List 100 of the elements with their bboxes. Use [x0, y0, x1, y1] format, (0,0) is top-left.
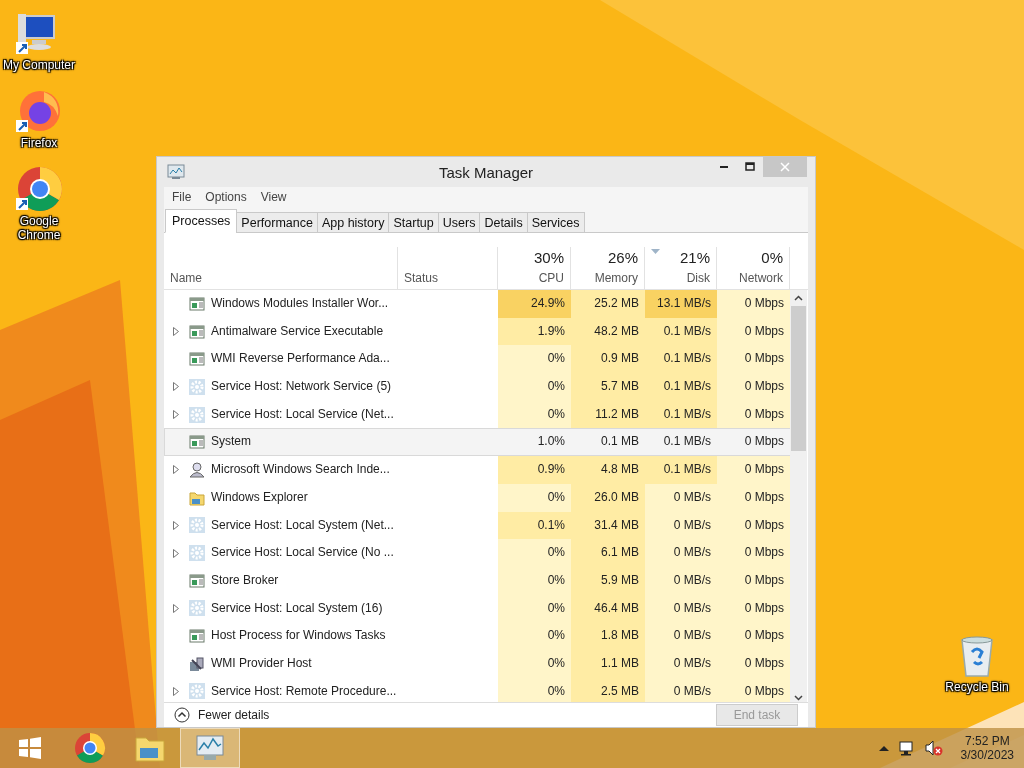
table-cell: 0 MB/s [673, 545, 711, 560]
process-name: Service Host: Local Service (No ... [211, 544, 394, 562]
process-name: Host Process for Windows Tasks [211, 627, 386, 645]
table-cell: 0% [547, 406, 565, 421]
column-header[interactable]: 26% Memory [571, 247, 645, 289]
process-row[interactable]: Service Host: Network Service (5) 0% 5.7 MB 0.1 MB/s 0 Mbps [164, 373, 790, 401]
process-row[interactable]: Windows Explorer 0% 26.0 MB 0 MB/s 0 Mbps [164, 483, 790, 512]
tab[interactable]: Services [526, 212, 585, 233]
process-row[interactable]: Service Host: Local System (Net... 0.1% 31.4 MB 0 MB/s 0 Mbps [164, 511, 790, 540]
tab[interactable]: Processes [165, 209, 238, 233]
table-cell: 6.1 MB [601, 545, 639, 560]
table-cell: 0.1 MB/s [663, 351, 711, 366]
table-cell: 0 Mbps [744, 379, 784, 394]
table-cell: 0 Mbps [744, 406, 784, 421]
table-cell: 5.9 MB [601, 572, 639, 587]
process-row[interactable]: System 1.0% 0.1 MB 0.1 MB/s 0 Mbps [164, 428, 790, 457]
table-cell: 0 Mbps [744, 296, 784, 310]
table-cell: 0 Mbps [744, 489, 784, 504]
fewer-details-link[interactable]: Fewer details [174, 707, 270, 723]
column-header[interactable]: 21% Disk [645, 247, 717, 289]
process-name: Service Host: Network Service (5) [211, 378, 392, 396]
table-cell: 0 Mbps [744, 655, 784, 670]
process-name: Service Host: Local System (16) [211, 599, 383, 617]
table-cell: 0% [547, 572, 565, 587]
column-percent: 0% [761, 249, 783, 266]
table-cell: 0% [547, 628, 565, 643]
column-label: Memory [594, 271, 638, 285]
table-cell: 0 Mbps [744, 683, 784, 698]
table-cell: 1.0% [537, 434, 565, 449]
process-row[interactable]: WMI Reverse Performance Ada... 0% 0.9 MB 0.1 MB/s 0 Mbps [164, 345, 790, 374]
column-header[interactable]: 0% Network [717, 247, 790, 289]
table-cell: 0.9 MB [601, 351, 639, 366]
process-name: Antimalware Service Executable [211, 322, 384, 340]
process-name: Windows Explorer [211, 488, 308, 506]
window-title: Task Manager [438, 164, 534, 181]
column-percent: 30% [533, 249, 564, 266]
process-row[interactable]: WMI Provider Host 0% 1.1 MB 0 MB/s 0 Mbps [164, 649, 790, 678]
tab[interactable]: App history [316, 212, 390, 233]
table-cell: 0 MB/s [673, 683, 711, 698]
process-row[interactable]: Antimalware Service Executable 1.9% 48.2 MB 0.1 MB/s 0 Mbps [164, 317, 790, 346]
process-name: Service Host: Local Service (Net... [211, 405, 394, 423]
process-row[interactable]: Service Host: Local Service (Net... 0% 11.2 MB 0.1 MB/s 0 Mbps [164, 400, 790, 429]
tab[interactable]: Details [479, 212, 528, 233]
table-cell: 0% [547, 379, 565, 394]
tab[interactable]: Startup [388, 212, 439, 233]
process-name: Windows Modules Installer Wor... [211, 295, 389, 312]
table-cell: 13.1 MB/s [656, 296, 711, 310]
process-row[interactable]: Microsoft Windows Search Inde... 0.9% 4.8 MB 0.1 MB/s 0 Mbps [164, 456, 790, 484]
tab[interactable]: Performance [236, 212, 318, 233]
table-cell: 0% [547, 545, 565, 560]
table-cell: 0 MB/s [673, 517, 711, 532]
table-cell: 0.1 MB/s [663, 434, 711, 449]
table-cell: 0 MB/s [673, 600, 711, 615]
table-cell: 0.9% [537, 462, 565, 477]
process-name: Store Broker [211, 571, 279, 589]
table-cell: 0% [547, 683, 565, 698]
process-row[interactable]: Windows Modules Installer Wor... 24.9% 25.2 MB 13.1 MB/s 0 Mbps [164, 290, 790, 318]
table-cell: 0 Mbps [744, 600, 784, 615]
table-cell: 1.8 MB [601, 628, 639, 643]
table-cell: 5.7 MB [601, 379, 639, 394]
table-cell: 0.1 MB/s [663, 462, 711, 477]
menu-item[interactable]: View [260, 190, 287, 204]
process-name: System [211, 433, 251, 451]
table-cell: 48.2 MB [594, 323, 639, 338]
table-cell: 0 Mbps [744, 628, 784, 643]
column-label: CPU [538, 271, 564, 285]
table-cell: 0 MB/s [673, 489, 711, 504]
clock-time[interactable]: 7:52 PM [964, 734, 1010, 748]
column-header[interactable]: Name [170, 271, 391, 285]
table-cell: 0.1% [537, 517, 565, 532]
table-cell: 0 Mbps [744, 351, 784, 366]
table-cell: 0% [547, 489, 565, 504]
process-row[interactable]: Host Process for Windows Tasks 0% 1.8 MB 0 MB/s 0 Mbps [164, 622, 790, 650]
tab[interactable]: Users [437, 212, 481, 233]
table-cell: 0 MB/s [673, 572, 711, 587]
process-row[interactable]: Service Host: Local Service (No ... 0% 6.1 MB 0 MB/s 0 Mbps [164, 539, 790, 567]
process-name: WMI Reverse Performance Ada... [211, 350, 390, 368]
table-cell: 0.1 MB [601, 434, 639, 449]
process-name: Service Host: Remote Procedure... [211, 682, 397, 700]
table-cell: 1.1 MB [601, 655, 639, 670]
process-row[interactable]: Service Host: Local System (16) 0% 46.4 MB 0 MB/s 0 Mbps [164, 594, 790, 623]
table-cell: 0 Mbps [744, 545, 784, 560]
process-name: WMI Provider Host [211, 654, 312, 672]
column-percent: 26% [607, 249, 638, 266]
table-cell: 0 Mbps [744, 572, 784, 587]
table-cell: 0.1 MB/s [663, 406, 711, 421]
column-label: Disk [686, 271, 710, 285]
process-name: Microsoft Windows Search Inde... [211, 461, 390, 479]
process-row[interactable]: Store Broker 0% 5.9 MB 0 MB/s 0 Mbps [164, 566, 790, 595]
clock-date[interactable]: 3/30/2023 [960, 748, 1014, 762]
column-percent: 21% [679, 249, 710, 266]
table-cell: 0% [547, 655, 565, 670]
table-cell: 26.0 MB [594, 489, 639, 504]
table-cell: 0 Mbps [744, 323, 784, 338]
column-header[interactable]: Status [404, 271, 491, 285]
column-header[interactable]: 30% CPU [498, 247, 571, 289]
menu-item[interactable]: File [172, 190, 192, 204]
table-cell: 0 Mbps [744, 462, 784, 477]
table-cell: 1.9% [537, 323, 565, 338]
menu-item[interactable]: Options [205, 190, 247, 204]
